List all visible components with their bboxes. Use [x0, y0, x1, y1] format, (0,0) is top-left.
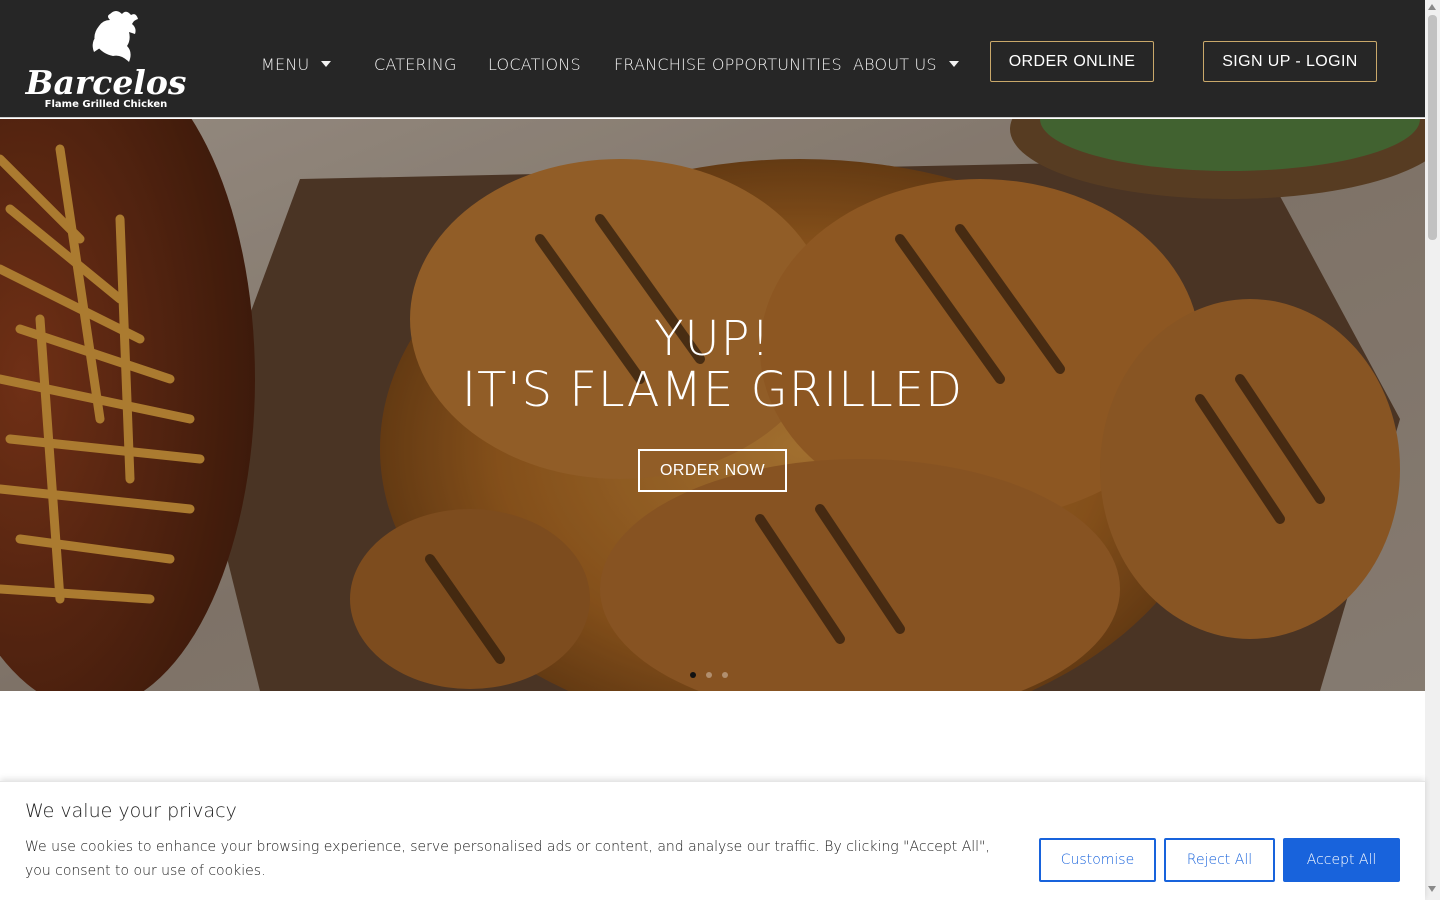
carousel-dot[interactable]	[722, 672, 728, 678]
nav-item-label: ABOUT US	[853, 54, 937, 74]
scroll-down-arrow-icon[interactable]	[1428, 886, 1436, 892]
rooster-logo-icon: Barcelos Flame Grilled Chicken	[25, 11, 187, 110]
nav-item-about[interactable]: ABOUT US	[853, 52, 959, 76]
nav-item-label: LOCATIONS	[488, 54, 581, 74]
hero-title-line1: YUP!	[654, 311, 771, 367]
caret-down-icon	[321, 61, 332, 67]
barcelos-logo[interactable]: Barcelos Flame Grilled Chicken	[22, 8, 192, 112]
nav-item-label: MENU	[261, 54, 310, 74]
nav-item-menu[interactable]: MENU	[261, 52, 332, 76]
brand-wordmark: Barcelos	[25, 63, 187, 102]
nav-item-catering[interactable]: CATERING	[374, 52, 457, 76]
hero-title-line2: IT'S FLAME GRILLED	[461, 362, 964, 418]
cookie-description: We use cookies to enhance your browsing …	[25, 839, 990, 879]
reject-all-button[interactable]: Reject All	[1164, 838, 1275, 882]
order-online-button[interactable]: ORDER ONLINE	[990, 41, 1154, 82]
nav-item-label: FRANCHISE OPPORTUNITIES	[614, 54, 842, 74]
accept-all-button[interactable]: Accept All	[1283, 838, 1400, 882]
scroll-up-arrow-icon[interactable]	[1428, 4, 1436, 10]
nav-item-locations[interactable]: LOCATIONS	[488, 52, 581, 76]
order-now-button[interactable]: ORDER NOW	[638, 449, 787, 492]
customise-button[interactable]: Customise	[1039, 838, 1156, 882]
nav-item-label: CATERING	[374, 54, 457, 74]
hero-carousel: YUP! IT'S FLAME GRILLED ORDER NOW	[0, 119, 1425, 691]
scroll-thumb[interactable]	[1428, 15, 1437, 240]
brand-tagline: Flame Grilled Chicken	[45, 99, 168, 110]
carousel-dot[interactable]	[706, 672, 712, 678]
page: Barcelos Flame Grilled Chicken MENU CATE…	[0, 0, 1440, 900]
cookie-consent-banner: We value your privacy We use cookies to …	[0, 781, 1425, 900]
page-scrollbar[interactable]	[1425, 0, 1440, 900]
signup-login-button[interactable]: SIGN UP - LOGIN	[1203, 41, 1377, 82]
carousel-dot[interactable]	[690, 672, 696, 678]
nav-item-franchise[interactable]: FRANCHISE OPPORTUNITIES	[614, 52, 842, 76]
site-header: Barcelos Flame Grilled Chicken MENU CATE…	[0, 0, 1425, 118]
carousel-dots	[690, 672, 728, 678]
caret-down-icon	[948, 61, 959, 67]
cookie-title: We value your privacy	[25, 800, 237, 822]
